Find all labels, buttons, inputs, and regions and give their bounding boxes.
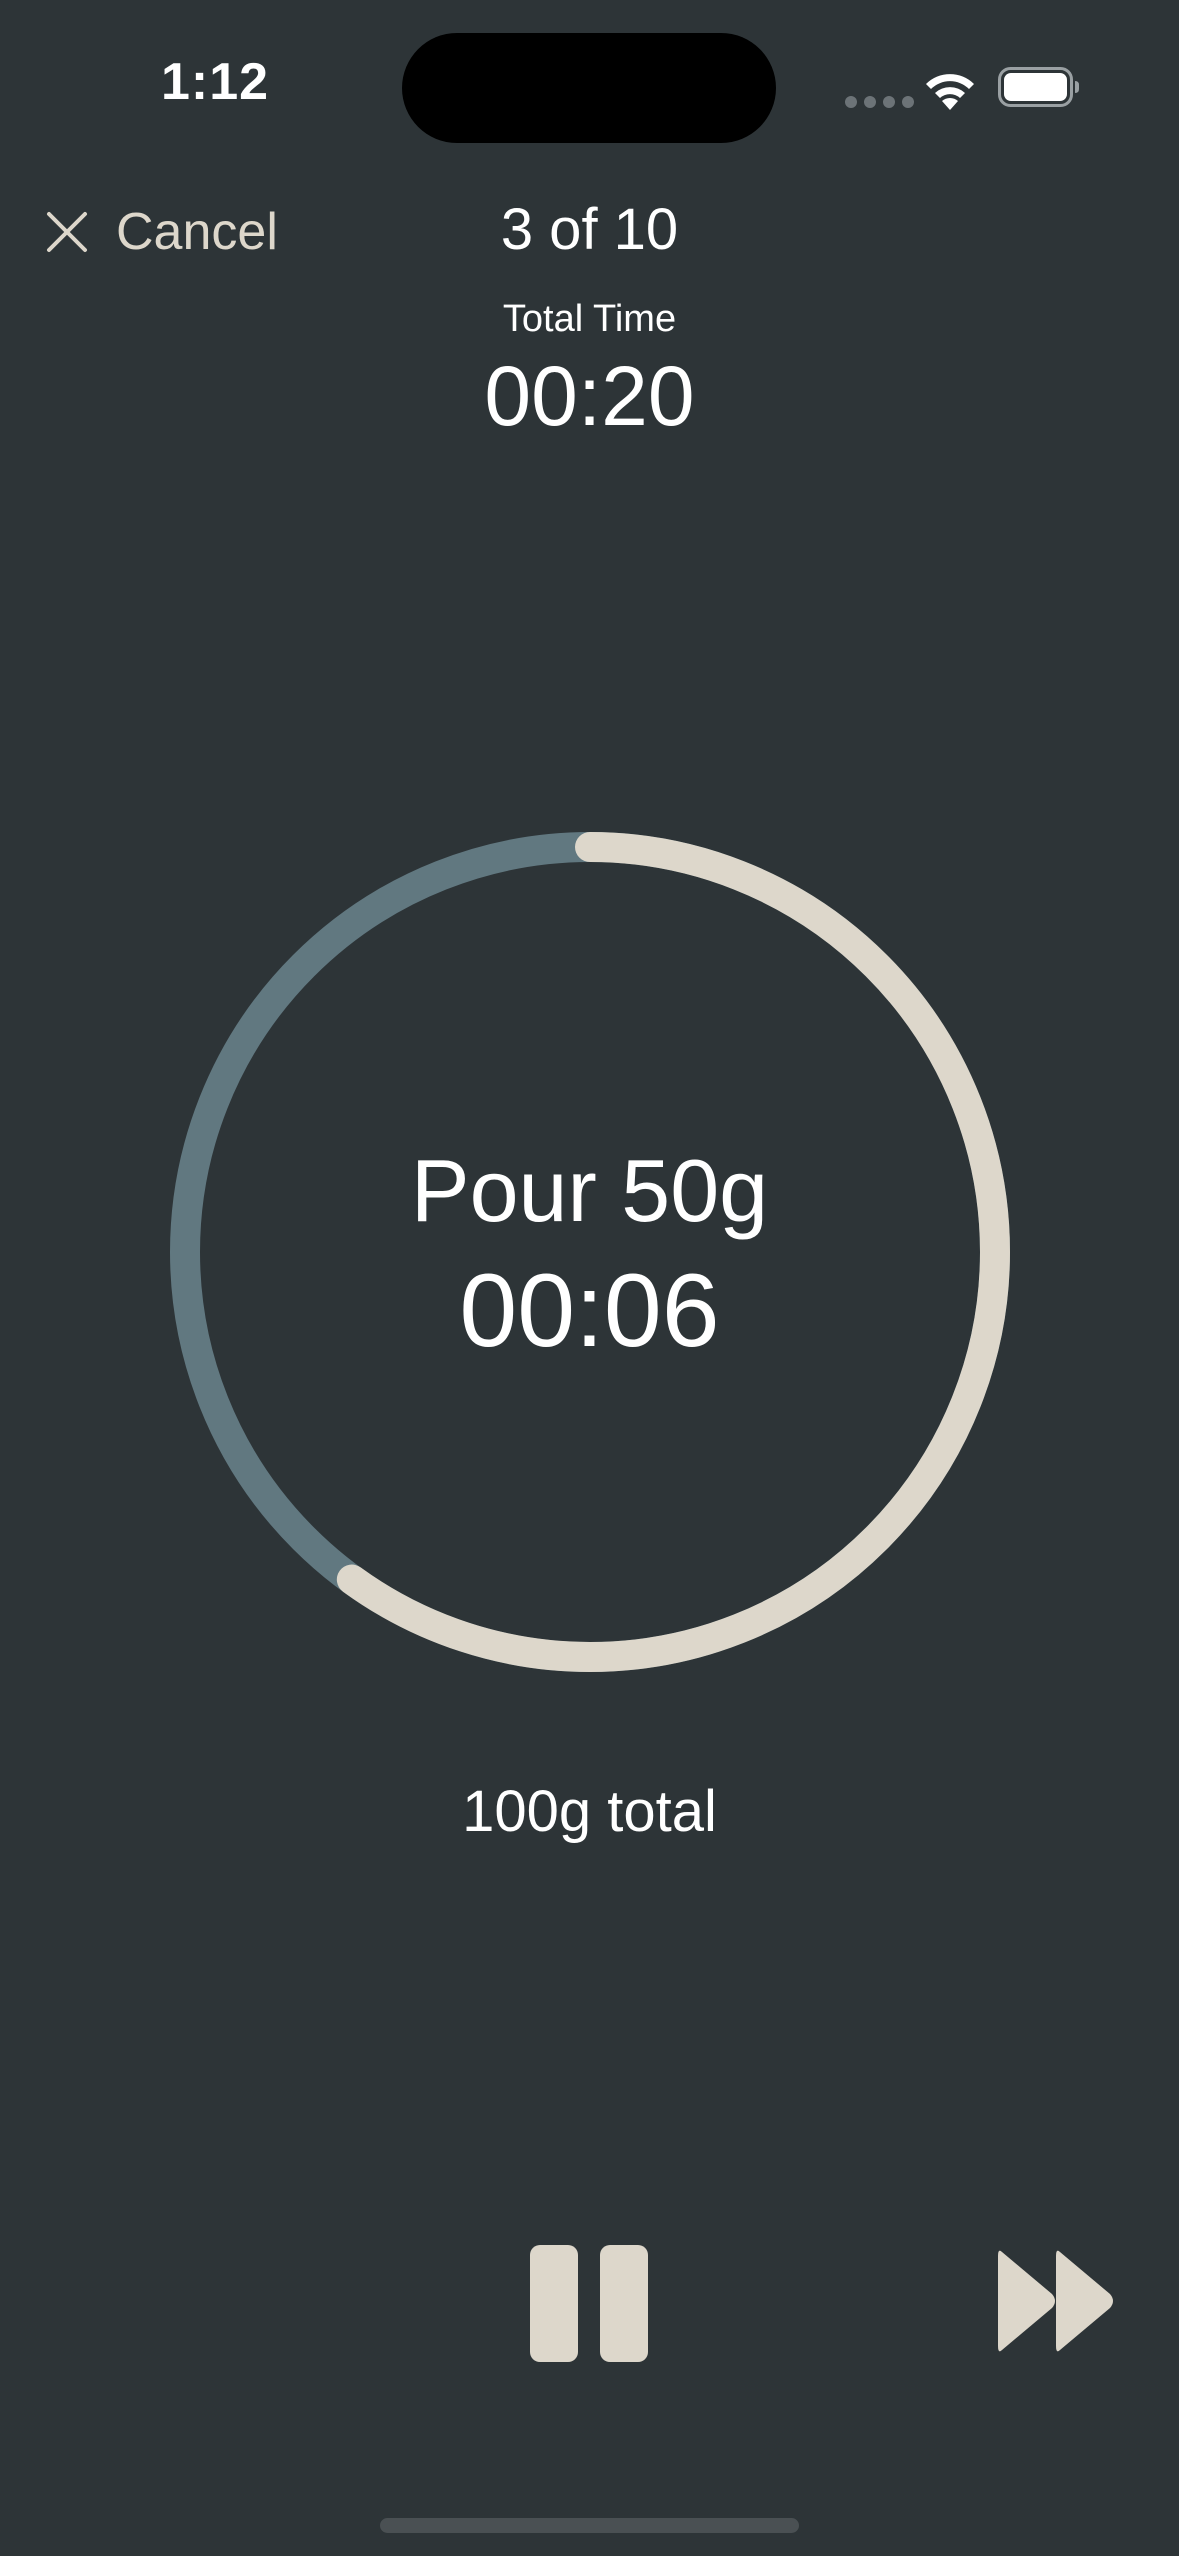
home-indicator xyxy=(380,2518,799,2533)
pause-button[interactable] xyxy=(520,2236,660,2370)
total-time-value: 00:20 xyxy=(484,349,695,443)
dynamic-island xyxy=(402,33,776,143)
step-counter: 3 of 10 xyxy=(500,197,679,262)
total-weight: 100g total xyxy=(462,1779,717,1844)
skip-button[interactable] xyxy=(994,2238,1120,2364)
timer-screen: 1:12 Cancel 3 of 10 Total Time 00:20 Pou… xyxy=(0,0,1179,2556)
step-instruction: Pour 50g xyxy=(410,1141,769,1240)
fast-forward-icon xyxy=(998,2250,1113,2352)
total-time-label: Total Time xyxy=(502,298,677,340)
wifi-icon xyxy=(926,74,974,110)
battery-icon xyxy=(998,67,1079,107)
status-time: 1:12 xyxy=(160,53,270,111)
step-timer: 00:06 xyxy=(459,1253,720,1369)
cellular-signal-icon xyxy=(845,96,914,108)
